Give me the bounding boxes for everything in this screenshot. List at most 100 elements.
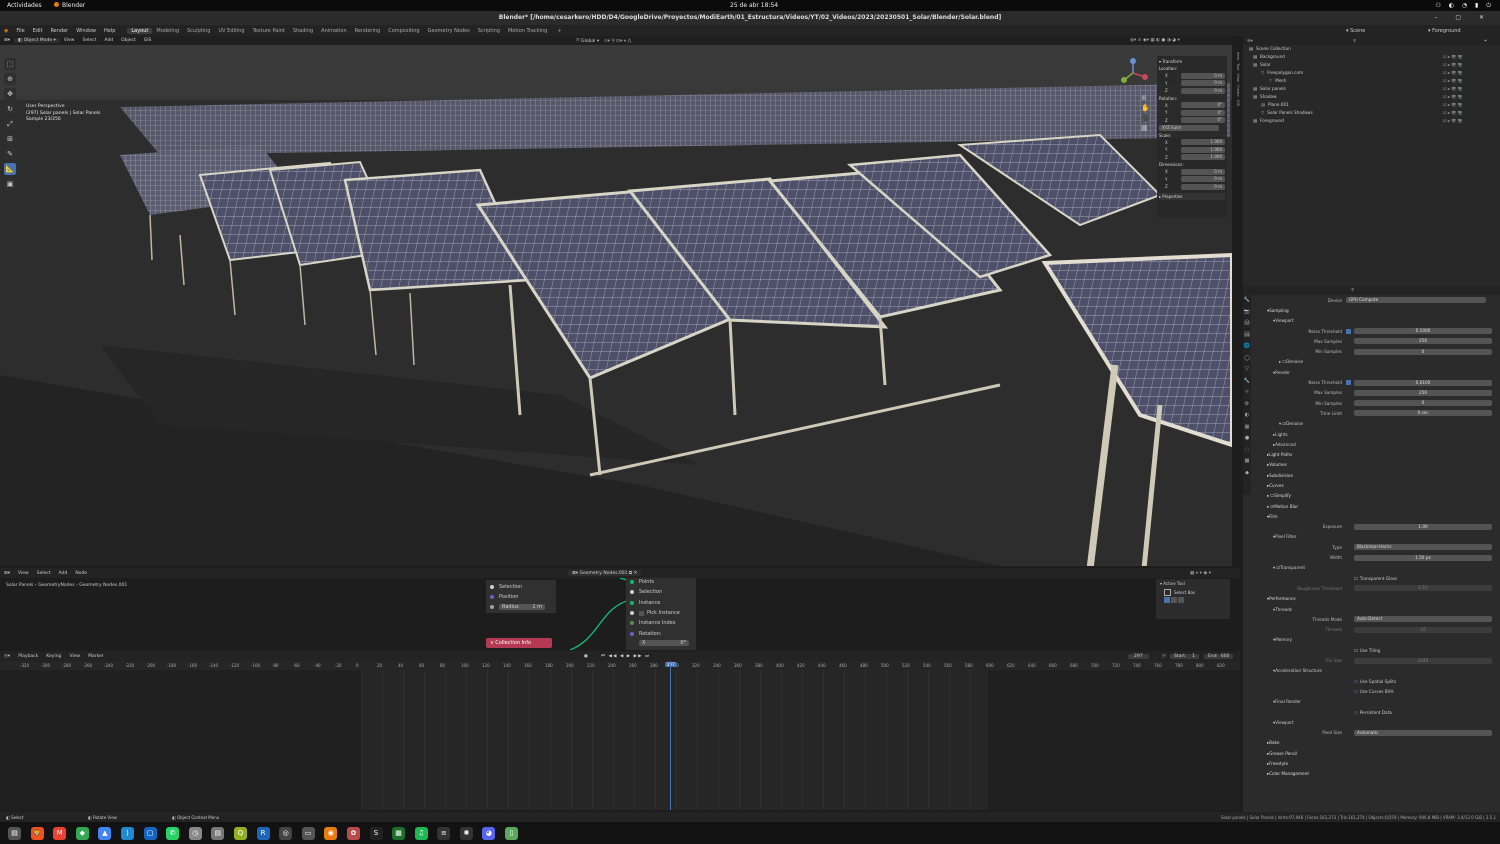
outliner-row-shadow[interactable]: ▤ Shadow ☑ ▸ 👁 📷 (1243, 93, 1500, 101)
curves-bvh-checkbox[interactable]: ☑ Use Curves BVH (1251, 686, 1500, 696)
timeline-ruler[interactable]: -320 -300 -280 -260 -240 -220 -200 -180 -160 -140… (0, 661, 1240, 670)
time-limit-field[interactable]: 0 sec (1354, 410, 1492, 417)
motion-blur-panel[interactable]: ▸ ☑ Motion Blur (1251, 501, 1500, 511)
performance-panel[interactable]: ▾ Performance (1251, 594, 1500, 604)
spatial-splits-checkbox[interactable]: ☑ Use Spatial Splits (1251, 676, 1500, 686)
instance-on-points-node[interactable]: Points Selection Instance Pick Instance … (626, 578, 696, 650)
noise-threshold-render-checkbox[interactable] (1346, 380, 1351, 386)
advanced-subpanel[interactable]: ▸ Advanced (1251, 439, 1500, 449)
rotation-socket-icon[interactable] (630, 631, 634, 636)
outliner-row-background[interactable]: ▤ Background ☑ ▸ 👁 📷 (1243, 53, 1500, 61)
maps-icon[interactable]: ◆ (75, 826, 89, 840)
chatgpt-icon[interactable]: ✺ (459, 826, 473, 840)
noise-threshold-checkbox[interactable] (1346, 328, 1351, 334)
menu-render[interactable]: Render (46, 28, 72, 34)
viewport-menu-select[interactable]: Select (78, 38, 100, 43)
whatsapp-icon[interactable]: ✆ (166, 826, 180, 840)
inkscape-icon[interactable]: ◎ (279, 826, 293, 840)
visibility-icons[interactable]: ☑ ▸ 👁 📷 (1443, 69, 1462, 77)
workspace-tab-modeling[interactable]: Modeling (152, 28, 183, 34)
add-cube-tool-icon[interactable]: ▣ (4, 178, 16, 190)
move-tool-icon[interactable]: ✥ (4, 88, 16, 100)
timeline-menu-view[interactable]: View (65, 654, 84, 659)
use-tiling-checkbox[interactable]: ☐ Use Tiling (1251, 645, 1500, 655)
loc-field-2[interactable]: 0 m (1181, 87, 1225, 94)
properties-header[interactable]: ▸ Properties (1159, 192, 1225, 200)
virtualbox-icon[interactable]: ▢ (143, 826, 157, 840)
pixel-size-select[interactable]: Automatic (1354, 729, 1492, 736)
denoise-viewport-toggle[interactable]: ▸ ☐ Denoise (1251, 357, 1500, 367)
grease-pencil-panel[interactable]: ▸ Grease Pencil (1251, 748, 1500, 758)
orientation-selector[interactable]: ⤧ Global ▾ (572, 38, 603, 44)
end-frame-field[interactable]: End 600 (1204, 653, 1234, 659)
persistent-data-checkbox[interactable]: ☑ Persistent Data (1251, 707, 1500, 717)
rotation-x-field[interactable]: 0° (680, 640, 686, 646)
r-icon[interactable]: R (256, 826, 270, 840)
outliner-row-freepolygon-com[interactable]: ▽ Freepolygon.com ☑ ▸ 👁 📷 (1243, 69, 1500, 77)
viewport-shading-icons[interactable]: ◍▾ ⊙ ◉▾ ▦ ◐ ● ◑ ◕ ▾ (1130, 38, 1180, 43)
color-management-panel[interactable]: ▸ Color Management (1251, 769, 1500, 779)
render-subpanel[interactable]: ▾ Render (1251, 367, 1500, 377)
threads-subpanel[interactable]: ▾ Threads (1251, 604, 1500, 614)
bake-panel[interactable]: ▸ Bake (1251, 738, 1500, 748)
view-nav-buttons[interactable]: ⊕ ✋ 🎥 ▦ (1141, 93, 1150, 133)
davinci-icon[interactable]: ✿ (346, 826, 360, 840)
min-samples-field[interactable]: 0 (1354, 348, 1492, 355)
threads-mode-select[interactable]: Auto-Detect (1354, 616, 1492, 623)
scale-tool-icon[interactable]: ⤢ (4, 118, 16, 130)
transform-header[interactable]: ▾ Transform (1159, 58, 1225, 65)
node-editor-type-icon[interactable]: ⊞▾ (0, 571, 14, 576)
film-panel[interactable]: ▾ Film (1251, 511, 1500, 521)
spotify-icon[interactable]: ♫ (414, 826, 428, 840)
timeline-menu-keying[interactable]: Keying (42, 654, 65, 659)
radius-socket-icon[interactable] (490, 604, 494, 609)
rot-field-2[interactable]: 0° (1181, 117, 1225, 124)
node-menu-add[interactable]: Add (55, 571, 72, 576)
breadcrumb-object[interactable]: Solar Panels (6, 583, 33, 588)
outliner-editor-icon[interactable]: ☰▾ (1247, 38, 1253, 43)
menu-window[interactable]: Window (72, 28, 100, 34)
memory-subpanel[interactable]: ▾ Memory (1251, 635, 1500, 645)
loc-field-1[interactable]: 0 m (1181, 80, 1225, 87)
blender-logo-icon[interactable]: ◉ (0, 28, 12, 34)
selection-socket-icon[interactable] (490, 585, 494, 589)
workspace-tab-geometry-nodes[interactable]: Geometry Nodes (424, 28, 474, 34)
filter-type-select[interactable]: Blackman-Harris (1354, 544, 1492, 551)
scl-field-2[interactable]: 1.000 (1181, 154, 1225, 161)
dim-field-1[interactable]: 0 m (1181, 176, 1225, 183)
add-workspace-icon[interactable]: + (557, 28, 561, 34)
timeline-menu-playback[interactable]: Playback (14, 654, 42, 659)
radius-field[interactable]: 1 m (532, 604, 542, 610)
scene-collection-row[interactable]: ▤ Scene Collection (1243, 45, 1500, 53)
mode-selector[interactable]: ◧ Object Mode ▾ (14, 38, 60, 43)
max-samples-render-field[interactable]: 256 (1354, 389, 1492, 396)
scl-field-0[interactable]: 1.000 (1181, 139, 1225, 146)
visibility-icons[interactable]: ☑ ▸ 👁 📷 (1443, 85, 1462, 93)
viewlayer-selector[interactable]: ▾ Foreground (1428, 28, 1461, 34)
timeline-area[interactable] (0, 661, 1240, 810)
scl-field-1[interactable]: 1.000 (1181, 146, 1225, 153)
workspace-tab-sculpting[interactable]: Sculpting (183, 28, 214, 34)
rotation-mode-select[interactable]: XYZ Euler (1159, 124, 1219, 131)
current-frame-field[interactable]: 297 (1128, 653, 1149, 659)
cursor-tool-icon[interactable]: ⊕ (4, 73, 16, 85)
measure-tool-icon[interactable]: 📐 (4, 163, 16, 175)
node-editor[interactable]: Solar Panels › GeometryNodes › Geometry … (0, 578, 1240, 650)
outliner-row-foreground[interactable]: ▤ Foreground ☑ ▸ 👁 📷 (1243, 117, 1500, 125)
files2-icon[interactable]: ▤ (211, 826, 225, 840)
properties-tabs[interactable]: 🔧 📷 🖨 🖼 🌐 ◯ ▽ 🔧 ⚛ ⚙ ◐ ▦ ● ◌ ▩ ◆ (1243, 295, 1251, 495)
menu-file[interactable]: File (12, 28, 28, 34)
sidebar-tabs[interactable]: Item · Tool · View · Create · GIS (1232, 52, 1240, 172)
activities-button[interactable]: Actividades (7, 2, 42, 9)
threads-count-field[interactable]: 16 (1354, 626, 1492, 633)
discord-icon[interactable]: ◕ (482, 826, 496, 840)
exposure-field[interactable]: 1.00 (1354, 523, 1492, 530)
blender-icon[interactable]: ◉ (324, 826, 338, 840)
viewport-menu-gis[interactable]: GIS (140, 38, 156, 43)
record-button[interactable]: ● (584, 654, 588, 659)
outliner-search-icon[interactable]: ⚲ (1353, 38, 1356, 43)
selection-socket-icon-2[interactable] (630, 590, 634, 595)
workspace-tab-texture-paint[interactable]: Texture Paint (249, 28, 289, 34)
tile-size-field[interactable]: 2048 (1354, 657, 1492, 664)
preview-range-icon[interactable]: ◷ (1162, 654, 1166, 659)
